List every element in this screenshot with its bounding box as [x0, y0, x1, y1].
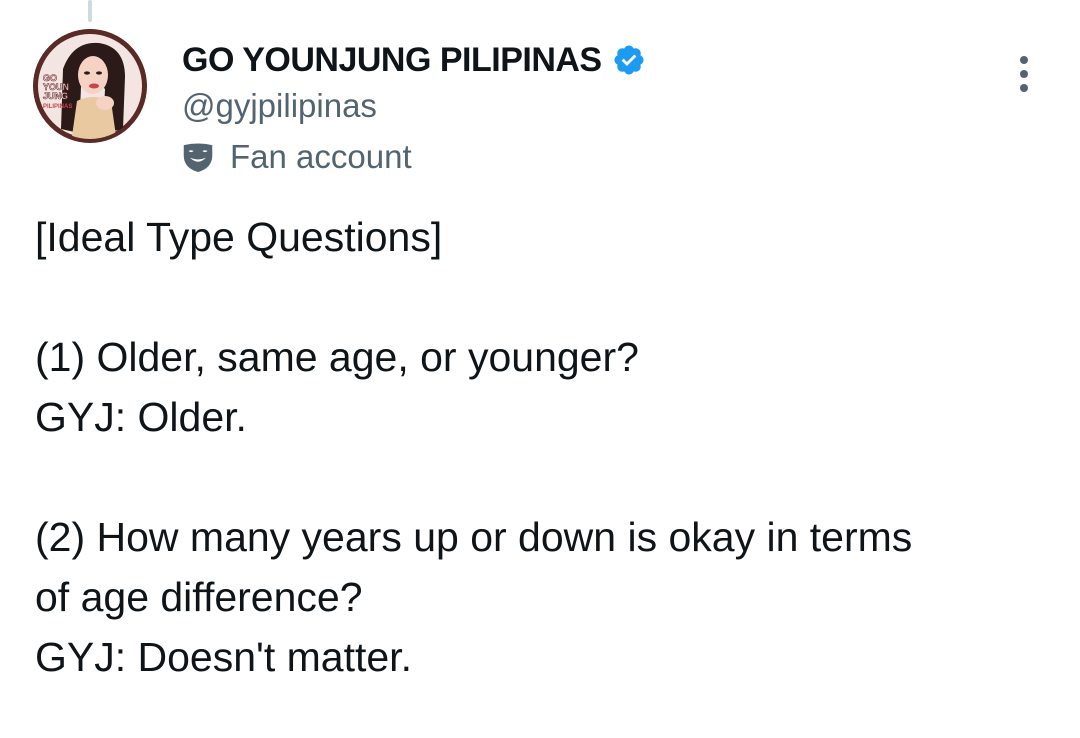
author-display-name[interactable]: GO YOUNJUNG PILIPINAS — [182, 41, 602, 80]
svg-text:JUNG: JUNG — [43, 91, 68, 101]
svg-text:PILIPINAS: PILIPINAS — [43, 104, 72, 110]
avatar[interactable]: GO YOUN JUNG PILIPINAS — [33, 29, 147, 143]
more-vertical-icon — [1020, 70, 1028, 78]
theater-mask-icon — [183, 143, 213, 173]
fan-account-label: Fan account — [230, 138, 412, 175]
tweet-text-line: [Ideal Type Questions] — [35, 214, 443, 260]
tweet-text-line: (2) How many years up or down is okay in… — [35, 514, 913, 560]
tweet-header: GO YOUNJUNG PILIPINAS @gyjpilipinas Fan … — [182, 38, 646, 179]
tweet-text-line: (1) Older, same age, or younger? — [35, 334, 639, 380]
account-label: Fan account — [182, 135, 646, 179]
tweet-text: [Ideal Type Questions] (1) Older, same a… — [35, 207, 1045, 687]
tweet-text-line: GYJ: Doesn't matter. — [35, 634, 412, 680]
verified-badge-icon[interactable] — [612, 43, 646, 77]
tweet-text-line — [35, 447, 1045, 507]
tweet-text-line — [35, 267, 1045, 327]
thread-connector-line — [88, 0, 92, 22]
more-vertical-icon — [1020, 84, 1028, 92]
more-vertical-icon — [1020, 56, 1028, 64]
author-handle[interactable]: @gyjpilipinas — [182, 84, 646, 128]
author-name-row: GO YOUNJUNG PILIPINAS — [182, 38, 646, 82]
more-options-button[interactable] — [1006, 52, 1042, 96]
tweet-text-line: GYJ: Older. — [35, 394, 247, 440]
tweet-text-line: of age difference? — [35, 574, 363, 620]
profile-photo: GO YOUN JUNG PILIPINAS — [33, 29, 147, 143]
